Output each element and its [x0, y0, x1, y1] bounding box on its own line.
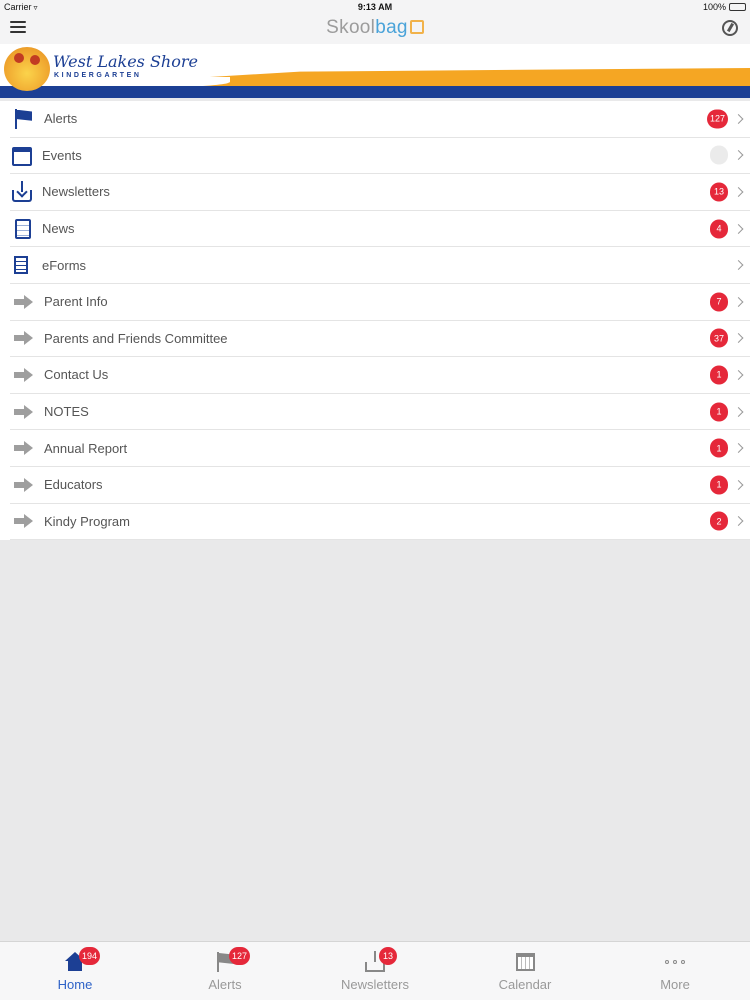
home-menu-list: Alerts 127 Events Newsletters 13 News 4 …: [0, 101, 750, 541]
tab-label: Newsletters: [341, 977, 409, 992]
more-icon: [664, 952, 686, 972]
menu-item-eforms[interactable]: eForms: [10, 247, 750, 284]
tab-alerts[interactable]: 127 Alerts: [150, 942, 300, 1000]
school-subtitle: KINDERGARTEN: [54, 72, 142, 79]
count-badge: 1: [710, 402, 728, 422]
arrow-right-icon: [12, 291, 34, 313]
menu-item-label: Kindy Program: [44, 513, 130, 529]
tab-calendar[interactable]: Calendar: [450, 942, 600, 1000]
battery-icon: [729, 3, 746, 11]
count-badge: 127: [706, 109, 728, 129]
count-badge: 13: [379, 947, 397, 965]
count-badge: 127: [229, 947, 251, 965]
chevron-right-icon: [733, 333, 744, 344]
menu-item-notes[interactable]: NOTES 1: [10, 394, 750, 431]
menu-item-educators[interactable]: Educators 1: [10, 467, 750, 504]
menu-item-news[interactable]: News 4: [10, 211, 750, 248]
tab-newsletters[interactable]: 13 Newsletters: [300, 942, 450, 1000]
battery-percent: 100%: [702, 2, 726, 12]
arrow-right-icon: [12, 474, 34, 496]
menu-item-events[interactable]: Events: [10, 138, 750, 175]
tab-home[interactable]: 194 Home: [0, 942, 150, 1000]
tab-label: Home: [57, 977, 93, 992]
menu-item-newsletters[interactable]: Newsletters 13: [10, 174, 750, 211]
calendar-icon: [12, 146, 32, 166]
count-badge: 1: [710, 365, 728, 385]
inbox-icon: [12, 180, 32, 202]
chevron-right-icon: [733, 187, 744, 197]
bag-icon: [409, 20, 424, 34]
inbox-icon: [365, 951, 385, 972]
menu-item-label: Newsletters: [42, 184, 110, 200]
menu-item-label: eForms: [42, 257, 87, 273]
arrow-right-icon: [12, 510, 34, 532]
status-bar: Carrier ▿ 9:13 AM 100%: [0, 0, 750, 14]
form-icon: [14, 256, 28, 275]
chevron-right-icon: [733, 113, 744, 124]
tab-label: Calendar: [498, 977, 552, 992]
chevron-right-icon: [733, 406, 744, 417]
chevron-right-icon: [733, 479, 744, 490]
count-badge: [710, 145, 728, 165]
sync-icon[interactable]: [722, 20, 738, 36]
menu-item-contact-us[interactable]: Contact Us 1: [10, 357, 750, 394]
battery-status: 100%: [703, 2, 746, 12]
menu-item-alerts[interactable]: Alerts 127: [10, 101, 750, 138]
clock: 9:13 AM: [357, 2, 393, 12]
chevron-right-icon: [733, 370, 744, 380]
menu-item-label: Events: [42, 147, 82, 163]
count-badge: 4: [710, 219, 728, 239]
arrow-right-icon: [12, 364, 34, 386]
count-badge: 1: [710, 475, 728, 495]
chevron-right-icon: [733, 516, 744, 527]
school-banner: West Lakes Shore KINDERGARTEN ● ● ●: [0, 44, 750, 98]
chevron-right-icon: [733, 443, 744, 454]
chevron-right-icon: [733, 150, 744, 161]
tab-bar: 194 Home 127 Alerts 13 Newsletters Calen…: [0, 941, 750, 1000]
school-name: West Lakes Shore: [53, 52, 198, 71]
flag-icon: [12, 108, 34, 130]
arrow-right-icon: [12, 437, 34, 459]
tab-label: More: [660, 977, 690, 992]
school-logo-icon: [4, 47, 50, 91]
menu-item-label: Annual Report: [44, 440, 128, 456]
calendar-icon: [515, 953, 535, 971]
menu-item-label: Parents and Friends Committee: [44, 330, 228, 346]
nav-bar: Skoolbag: [0, 14, 750, 44]
count-badge: 2: [710, 511, 728, 531]
chevron-right-icon: [733, 223, 744, 234]
tab-more[interactable]: More: [600, 942, 750, 1000]
arrow-right-icon: [12, 327, 34, 349]
count-badge: 7: [710, 292, 728, 312]
menu-item-parent-info[interactable]: Parent Info 7: [10, 284, 750, 321]
count-badge: 194: [79, 947, 101, 965]
menu-item-label: Parent Info: [44, 294, 108, 310]
count-badge: 1: [710, 438, 728, 458]
menu-item-label: Educators: [44, 477, 103, 493]
count-badge: 37: [710, 328, 728, 348]
menu-item-label: NOTES: [44, 404, 89, 420]
menu-item-parents-friends-committee[interactable]: Parents and Friends Committee 37: [10, 321, 750, 358]
chevron-right-icon: [733, 296, 744, 307]
chevron-right-icon: [733, 260, 744, 271]
menu-item-label: News: [42, 221, 75, 237]
tab-label: Alerts: [208, 977, 242, 992]
menu-item-annual-report[interactable]: Annual Report 1: [10, 430, 750, 467]
menu-item-label: Alerts: [44, 111, 78, 127]
count-badge: 13: [710, 182, 728, 202]
document-icon: [15, 218, 31, 239]
menu-item-kindy-program[interactable]: Kindy Program 2: [10, 504, 750, 541]
app-logo: Skoolbag: [0, 17, 750, 39]
footprints-icon: ● ● ●: [180, 69, 222, 79]
menu-item-label: Contact Us: [44, 367, 109, 383]
arrow-right-icon: [12, 401, 34, 423]
